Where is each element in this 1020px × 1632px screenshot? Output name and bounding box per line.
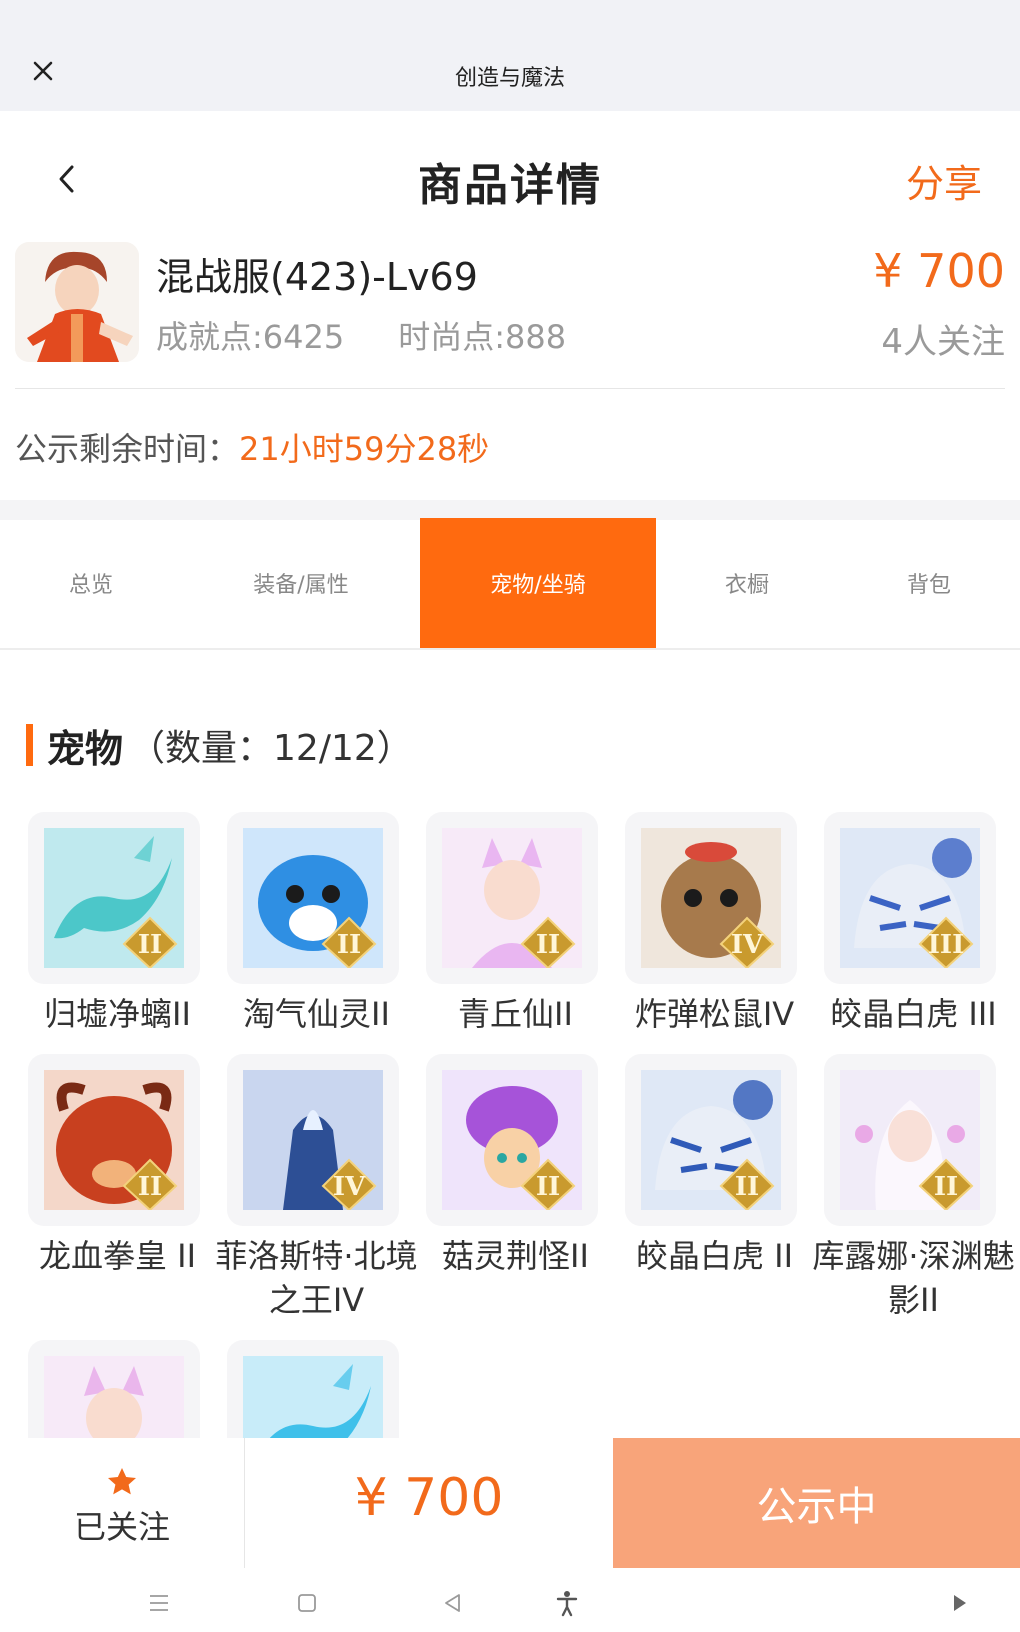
frost-king-icon: IV — [243, 1070, 383, 1210]
mushroom-sprite-icon: II — [442, 1070, 582, 1210]
follow-label: 已关注 — [73, 1508, 170, 1546]
timer-value: 21小时59分28秒 — [239, 430, 490, 468]
star-icon — [108, 1468, 136, 1495]
section-gap — [0, 500, 1020, 520]
share-button[interactable]: 分享 — [906, 153, 982, 208]
tab-wardrobe[interactable]: 衣橱 — [656, 518, 838, 648]
accessibility-icon[interactable] — [552, 1588, 582, 1618]
pet-card[interactable]: II — [28, 812, 200, 984]
tab-bar: 总览 装备/属性 宠物/坐骑 衣橱 背包 — [0, 518, 1020, 648]
svg-text:II: II — [934, 1172, 958, 1202]
svg-text:II: II — [138, 930, 162, 960]
white-tiger-icon: III — [840, 828, 980, 968]
back-nav-icon[interactable] — [438, 1588, 468, 1618]
pet-card[interactable]: II — [824, 1054, 996, 1226]
pet-name: 龙血拳皇 II — [38, 1237, 197, 1275]
play-icon[interactable] — [944, 1588, 974, 1618]
blue-puppy-icon: II — [243, 828, 383, 968]
section-count: （数量：12/12） — [129, 728, 413, 769]
pet-name: 库露娜·深渊魅影II — [812, 1237, 1015, 1319]
squirrel-icon: IV — [641, 828, 781, 968]
page-header: 商品详情 分享 — [0, 111, 1020, 241]
svg-text:II: II — [536, 930, 560, 960]
follower-count: 4人关注 — [881, 322, 1005, 362]
red-beast-icon: II — [44, 1070, 184, 1210]
tab-backpack[interactable]: 背包 — [838, 518, 1020, 648]
product-name: 混战服(423)-Lv69 — [156, 255, 478, 299]
pet-name: 炸弹松鼠IV — [634, 995, 795, 1033]
menu-icon[interactable] — [144, 1588, 174, 1618]
section-title-text: 宠物 — [47, 726, 124, 771]
publicity-timer: 公示剩余时间：21小时59分28秒 — [15, 424, 489, 470]
pet-card[interactable]: II — [227, 812, 399, 984]
cyan-dragon-icon: II — [44, 828, 184, 968]
pet-name: 菇灵荆怪II — [442, 1237, 589, 1275]
svg-text:II: II — [536, 1172, 560, 1202]
fox-girl-icon: II — [442, 828, 582, 968]
product-avatar — [15, 242, 139, 362]
svg-text:III: III — [928, 930, 965, 960]
pet-card[interactable]: II — [625, 1054, 797, 1226]
section-marker — [26, 724, 33, 766]
white-girl-icon: II — [840, 1070, 980, 1210]
pet-name: 菲洛斯特·北境之王IV — [215, 1237, 418, 1319]
home-icon[interactable] — [292, 1588, 322, 1618]
pet-name: 归墟净螭II — [44, 995, 191, 1033]
pet-card[interactable]: IV — [625, 812, 797, 984]
status-button[interactable]: 公示中 — [613, 1438, 1020, 1568]
bottom-price: ¥ 700 — [354, 1468, 504, 1528]
pet-card[interactable]: II — [426, 1054, 598, 1226]
app-title: 创造与魔法 — [454, 66, 565, 91]
tab-overview[interactable]: 总览 — [0, 518, 182, 648]
pet-card[interactable]: III — [824, 812, 996, 984]
pet-name: 皎晶白虎 II — [635, 1237, 794, 1275]
svg-text:II: II — [138, 1172, 162, 1202]
svg-text:II: II — [337, 930, 361, 960]
fashion-points: 时尚点:888 — [398, 318, 567, 356]
follow-button[interactable]: 已关注 — [0, 1438, 244, 1568]
page-title: 商品详情 — [418, 160, 602, 211]
pets-section-title: 宠物 （数量：12/12） — [26, 720, 413, 771]
pet-name: 皎晶白虎 III — [830, 995, 997, 1033]
pet-card[interactable]: II — [28, 1054, 200, 1226]
tabs-divider — [0, 648, 1020, 650]
tab-equipment[interactable]: 装备/属性 — [182, 518, 420, 648]
product-stats: 成就点:6425 时尚点:888 — [156, 312, 566, 358]
pet-card[interactable]: II — [426, 812, 598, 984]
timer-label: 公示剩余时间： — [15, 430, 240, 468]
svg-text:II: II — [735, 1172, 759, 1202]
app-bar: 创造与魔法 — [0, 0, 1020, 111]
svg-text:IV: IV — [333, 1172, 366, 1202]
white-tiger-icon: II — [641, 1070, 781, 1210]
product-price: ¥ 700 — [873, 244, 1005, 298]
svg-text:IV: IV — [731, 930, 764, 960]
tab-pets-mounts[interactable]: 宠物/坐骑 — [420, 518, 656, 648]
pet-name: 淘气仙灵II — [243, 995, 390, 1033]
pet-name: 青丘仙II — [458, 995, 573, 1033]
divider — [15, 388, 1005, 389]
product-info: 混战服(423)-Lv69 成就点:6425 时尚点:888 ¥ 700 4人关注 — [0, 240, 1020, 390]
pet-card[interactable]: IV — [227, 1054, 399, 1226]
bottom-bar: 已关注 ¥ 700 公示中 — [0, 1438, 1020, 1568]
achievement-points: 成就点:6425 — [156, 318, 345, 356]
system-nav-bar — [0, 1568, 1020, 1632]
